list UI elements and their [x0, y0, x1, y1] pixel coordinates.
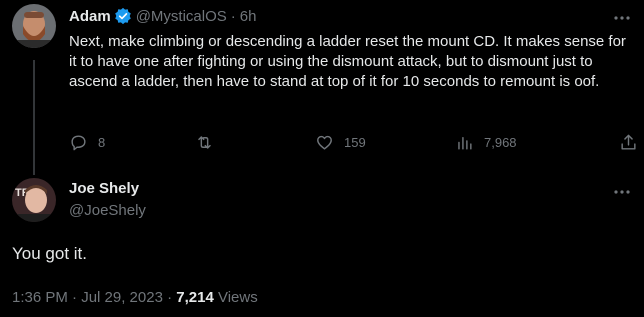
reply-tweet-text: You got it.	[12, 244, 87, 263]
parent-header: Adam @MysticalOS · 6h	[69, 5, 256, 27]
more-icon[interactable]	[612, 182, 632, 202]
thread-connector-line	[33, 60, 35, 175]
like-icon	[317, 135, 332, 150]
parent-action-bar: 8 159 7,968	[69, 133, 636, 153]
share-icon	[621, 134, 636, 150]
like-count: 159	[344, 135, 366, 150]
more-icon[interactable]	[612, 8, 632, 28]
parent-author-handle[interactable]: @MysticalOS	[136, 8, 227, 25]
share-button[interactable]	[619, 133, 644, 152]
views-icon	[458, 137, 472, 150]
reply-author-handle[interactable]: @JoeShely	[69, 202, 146, 219]
parent-time[interactable]: 6h	[240, 8, 257, 25]
tweet-views-count: 7,214	[176, 289, 214, 306]
header-separator: ·	[230, 7, 236, 25]
reply-button[interactable]: 8	[69, 133, 105, 152]
views-button[interactable]: 7,968	[455, 133, 517, 152]
views-count: 7,968	[484, 135, 517, 150]
reply-icon	[71, 135, 86, 151]
tweet-views-label: Views	[217, 289, 258, 306]
tweet-meta: 1:36 PM · Jul 29, 2023 · 7,214 Views	[12, 289, 258, 306]
reply-author-name[interactable]: Joe Shely	[69, 180, 139, 197]
reply-avatar[interactable]: TR	[12, 178, 56, 222]
retweet-icon	[198, 136, 211, 149]
parent-avatar[interactable]	[12, 4, 56, 48]
retweet-button[interactable]	[195, 133, 224, 152]
parent-tweet-text: Next, make climbing or descending a ladd…	[69, 33, 626, 90]
parent-author-name[interactable]: Adam	[69, 8, 111, 25]
like-button[interactable]: 159	[315, 133, 366, 152]
reply-count: 8	[98, 135, 106, 150]
tweet-timestamp[interactable]: 1:36 PM · Jul 29, 2023 ·	[12, 289, 172, 306]
verified-icon	[114, 7, 132, 25]
